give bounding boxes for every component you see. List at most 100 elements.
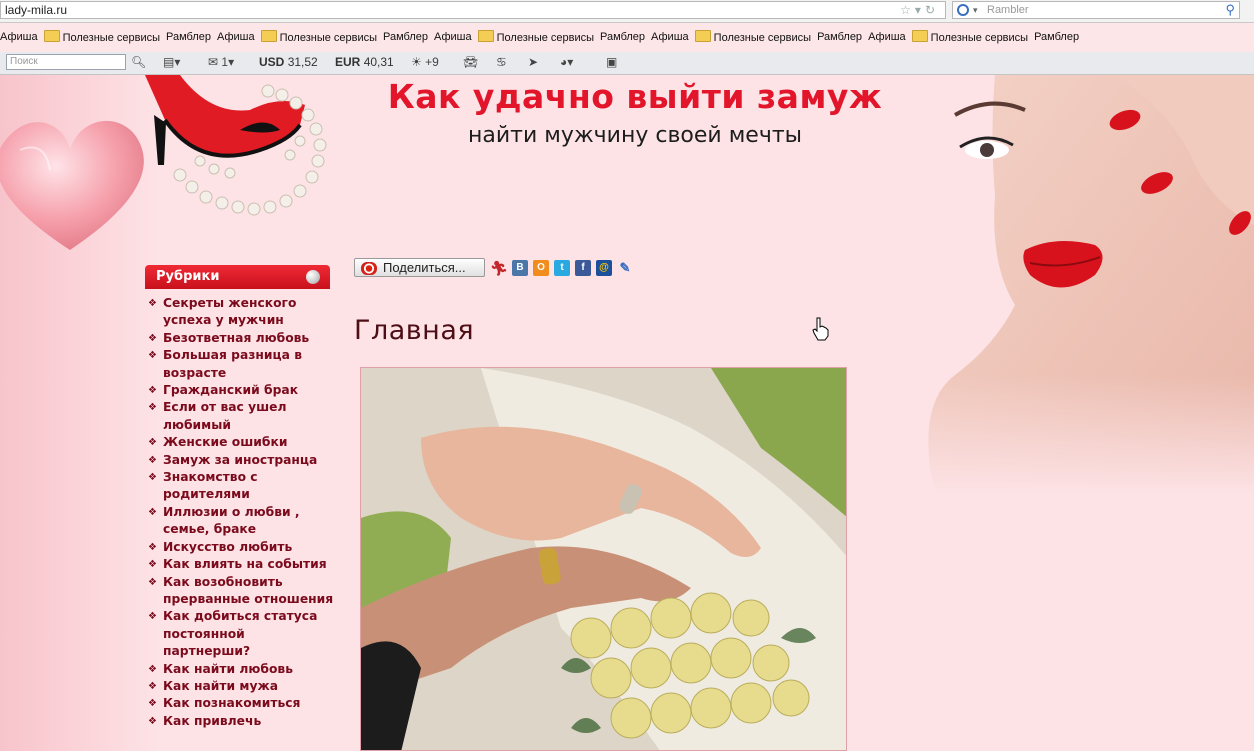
category-link[interactable]: ❖ Безответная любовь (145, 330, 335, 347)
car-icon[interactable]: 🚘︎ (463, 55, 478, 69)
facebook-icon[interactable]: f (575, 260, 591, 276)
category-link[interactable]: ❖ Как возобновить прерванные отношения (145, 574, 335, 609)
browser-address-bar: lady-mila.ru ☆▾↻ ▾ Rambler ⚲ (0, 0, 1254, 23)
bookmark-item[interactable]: Рамблер (1034, 31, 1079, 43)
sphere-icon (306, 270, 320, 284)
bookmark-item[interactable]: Полезные сервисы (43, 30, 161, 44)
rambler-logo-icon[interactable] (957, 4, 969, 16)
url-text: lady-mila.ru (5, 3, 68, 17)
site-subtitle: найти мужчину своей мечты (467, 123, 803, 148)
category-label: Замуж за иностранца (163, 452, 318, 467)
bullet-icon: ❖ (148, 298, 157, 309)
bookmark-item[interactable]: Полезные сервисы (477, 30, 594, 44)
category-link[interactable]: ❖ Как познакомиться (145, 695, 335, 712)
weather-icon[interactable]: ☀ +9 (411, 55, 439, 69)
bullet-icon: ❖ (148, 385, 157, 397)
bookmark-item[interactable]: Рамблер (166, 31, 211, 43)
woman-face-image (895, 75, 1254, 495)
site-title[interactable]: Как удачно выйти замуж (330, 77, 940, 116)
vk-icon[interactable]: B (512, 260, 528, 276)
bullet-icon: ❖ (148, 611, 157, 623)
category-link[interactable]: ❖ Как найти любовь (145, 661, 335, 678)
category-link[interactable]: ❖ Искусство любить (145, 539, 335, 556)
bookmark-item[interactable]: Афиша (651, 31, 689, 43)
bookmark-item[interactable]: Полезные сервисы (911, 30, 1029, 44)
document-icon[interactable]: ▤▾ (163, 55, 180, 69)
bookmark-item[interactable]: Полезные сервисы (694, 30, 811, 44)
bookmark-item[interactable]: Рамблер (817, 31, 862, 43)
url-actions: ☆▾↻ (900, 2, 939, 18)
wedding-photo-art (361, 368, 846, 750)
url-input[interactable]: lady-mila.ru ☆▾↻ (0, 1, 946, 19)
category-label: Гражданский брак (163, 383, 299, 398)
bookmark-label: Афиша (868, 31, 906, 43)
category-label: Безответная любовь (163, 330, 310, 345)
category-label: Как влиять на события (163, 557, 327, 572)
runner-icon[interactable]: 🏃︎ (490, 260, 508, 276)
send-icon[interactable]: ➤ (528, 55, 538, 69)
eur-label: EUR (335, 55, 361, 69)
bookmark-item[interactable]: Афиша (217, 31, 255, 43)
bookmark-label: Рамблер (600, 31, 646, 43)
bookmark-label: Полезные сервисы (930, 32, 1029, 44)
tv-icon[interactable]: ▣ (606, 55, 617, 69)
category-link[interactable]: ❖ Иллюзии о любви , семье, браке (145, 504, 335, 539)
bullet-icon: ❖ (148, 437, 157, 449)
category-link[interactable]: ❖ Секреты женского успеха у мужчин (145, 295, 335, 330)
search-placeholder: Rambler (987, 4, 1029, 16)
main-heading: Главная (354, 315, 475, 346)
category-link[interactable]: ❖ Как привлечь (145, 713, 335, 730)
mail-icon[interactable]: ✉ 1▾ (208, 55, 234, 69)
browser-search-input[interactable]: ▾ Rambler ⚲ (952, 1, 1240, 19)
category-label: Если от вас ушел любимый (163, 400, 287, 432)
usd-rate[interactable]: USD 31,52 (259, 55, 318, 69)
odnoklassniki-icon[interactable]: O (533, 260, 549, 276)
bookmark-item[interactable]: Афиша (0, 31, 38, 43)
dropdown-icon[interactable]: ▾ (915, 3, 925, 17)
category-link[interactable]: ❖ Как добиться статуса постоянной партнер… (145, 608, 335, 660)
category-link[interactable]: ❖ Если от вас ушел любимый (145, 399, 335, 434)
bullet-icon: ❖ (148, 680, 157, 692)
reload-icon[interactable]: ↻ (925, 3, 939, 17)
search-icon[interactable]: 🔍︎ (131, 55, 146, 69)
folder-icon (694, 30, 711, 42)
bookmark-label: Полезные сервисы (279, 32, 378, 44)
bullet-icon: ❖ (148, 663, 157, 675)
addon-toolbar: Поиск 🔍︎ ▤▾ ✉ 1▾ USD 31,52 EUR 40,31 ☀ +… (0, 52, 1254, 75)
category-link[interactable]: ❖ Большая разница в возрасте (145, 347, 335, 382)
category-label: Иллюзии о любви , семье, браке (163, 504, 300, 537)
bookmark-item[interactable]: Афиша (868, 31, 906, 43)
bookmark-item[interactable]: Рамблер (600, 31, 645, 43)
bullet-icon: ❖ (148, 506, 157, 518)
category-link[interactable]: ❖ Как влиять на события (145, 556, 335, 573)
toolbar-search-input[interactable]: Поиск (6, 54, 126, 70)
twitter-icon[interactable]: t (554, 260, 570, 276)
category-label: Как привлечь (163, 713, 262, 728)
bookmark-label: Полезные сервисы (62, 32, 161, 44)
category-label: Знакомство с родителями (163, 470, 258, 502)
weather-temp: +9 (425, 55, 439, 69)
category-link[interactable]: ❖ Как найти мужа (145, 678, 335, 695)
eur-rate[interactable]: EUR 40,31 (335, 55, 394, 69)
share-button[interactable]: Поделиться... (354, 258, 485, 277)
red-shoe-pearls-image (145, 75, 327, 216)
category-link[interactable]: ❖ Гражданский брак (145, 382, 335, 399)
category-label: Секреты женского успеха у мужчин (163, 296, 297, 328)
category-link[interactable]: ❖ Женские ошибки (145, 434, 335, 451)
bookmark-star-icon[interactable]: ☆ (900, 3, 915, 17)
bookmark-item[interactable]: Полезные сервисы (260, 30, 378, 44)
categories-header: Рубрики (145, 265, 330, 289)
engine-dropdown-icon[interactable]: ▾ (973, 2, 978, 18)
category-link[interactable]: ❖ Знакомство с родителями (145, 469, 335, 504)
horoscope-icon[interactable]: ♋︎ (496, 55, 507, 69)
livejournal-icon[interactable]: ✎ (617, 260, 633, 276)
category-label: Как добиться статуса постоянной партнерш… (163, 609, 318, 659)
category-link[interactable]: ❖ Замуж за иностранца (145, 452, 335, 469)
bookmark-item[interactable]: Афиша (434, 31, 472, 43)
magnifier-icon[interactable]: ⚲ (1225, 2, 1235, 18)
pacman-icon[interactable]: ◕▾ (560, 55, 573, 69)
toolbar-search-placeholder: Поиск (10, 56, 38, 67)
mailru-icon[interactable]: @ (596, 260, 612, 276)
bookmark-item[interactable]: Рамблер (383, 31, 428, 43)
bullet-icon: ❖ (148, 715, 157, 727)
